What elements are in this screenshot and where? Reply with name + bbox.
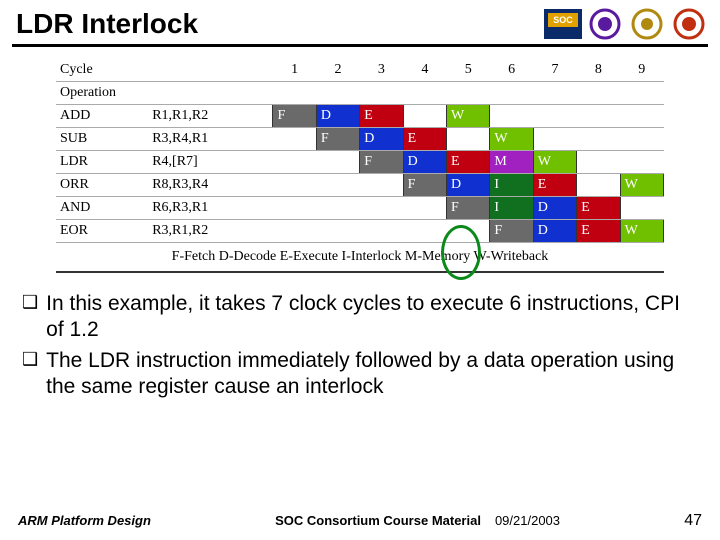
instr-regs: R6,R3,R1 — [148, 197, 273, 220]
bullet-item: ❑The LDR instruction immediately followe… — [22, 348, 702, 401]
stage-W: W — [447, 105, 490, 128]
stage-F: F — [273, 105, 316, 128]
stage-I: I — [490, 197, 533, 220]
footer-center: SOC Consortium Course Material09/21/2003 — [151, 513, 684, 528]
legend-text: F-Fetch D-Decode E-Execute I-Interlock M… — [56, 249, 664, 269]
stage-E: E — [447, 151, 490, 174]
stage-D: D — [360, 128, 403, 151]
stage-M: M — [490, 151, 533, 174]
cycle-number: 5 — [447, 59, 490, 82]
stage-E: E — [533, 174, 576, 197]
cycle-number: 4 — [403, 59, 446, 82]
stage-I: I — [490, 174, 533, 197]
instr-name: EOR — [56, 220, 148, 243]
stage-W: W — [620, 174, 663, 197]
bullet-text: In this example, it takes 7 clock cycles… — [46, 291, 702, 344]
title-rule — [12, 44, 708, 47]
cycle-number: 9 — [620, 59, 663, 82]
stage-D: D — [533, 197, 576, 220]
stage-W: W — [620, 220, 663, 243]
soc-consortium-logo: SOC — [544, 8, 582, 40]
stage-E: E — [577, 197, 620, 220]
bullet-icon: ❑ — [22, 348, 38, 401]
stage-F: F — [316, 128, 359, 151]
org-logo-2 — [628, 8, 666, 40]
bullet-item: ❑In this example, it takes 7 clock cycle… — [22, 291, 702, 344]
stage-D: D — [447, 174, 490, 197]
instr-name: ADD — [56, 105, 148, 128]
cycle-label: Cycle — [56, 59, 148, 82]
cycle-number: 1 — [273, 59, 316, 82]
instr-name: LDR — [56, 151, 148, 174]
org-logo-1 — [586, 8, 624, 40]
stage-F: F — [403, 174, 446, 197]
org-logo-3 — [670, 8, 708, 40]
instr-regs: R3,R1,R2 — [148, 220, 273, 243]
instr-regs: R1,R1,R2 — [148, 105, 273, 128]
bullet-list: ❑In this example, it takes 7 clock cycle… — [0, 273, 720, 400]
svg-text:SOC: SOC — [553, 15, 573, 25]
instr-name: SUB — [56, 128, 148, 151]
cycle-number: 8 — [577, 59, 620, 82]
logo-strip: SOC — [544, 8, 708, 40]
cycle-number: 6 — [490, 59, 533, 82]
stage-W: W — [533, 151, 576, 174]
instr-regs: R4,[R7] — [148, 151, 273, 174]
footer-left: ARM Platform Design — [18, 513, 151, 528]
page-title: LDR Interlock — [16, 8, 198, 40]
instr-regs: R3,R4,R1 — [148, 128, 273, 151]
instr-regs: R8,R3,R4 — [148, 174, 273, 197]
stage-E: E — [360, 105, 403, 128]
instr-name: ORR — [56, 174, 148, 197]
stage-F: F — [447, 197, 490, 220]
cycle-number: 3 — [360, 59, 403, 82]
stage-F: F — [490, 220, 533, 243]
stage-D: D — [533, 220, 576, 243]
page-number: 47 — [684, 512, 702, 530]
operation-label: Operation — [56, 82, 148, 105]
stage-E: E — [577, 220, 620, 243]
cycle-number: 2 — [316, 59, 359, 82]
cycle-number: 7 — [533, 59, 576, 82]
stage-W: W — [490, 128, 533, 151]
bullet-text: The LDR instruction immediately followed… — [46, 348, 702, 401]
instr-name: AND — [56, 197, 148, 220]
stage-E: E — [403, 128, 446, 151]
pipeline-chart: Cycle123456789OperationADDR1,R1,R2FDEWSU… — [0, 59, 720, 269]
stage-D: D — [316, 105, 359, 128]
stage-D: D — [403, 151, 446, 174]
bullet-icon: ❑ — [22, 291, 38, 344]
stage-F: F — [360, 151, 403, 174]
